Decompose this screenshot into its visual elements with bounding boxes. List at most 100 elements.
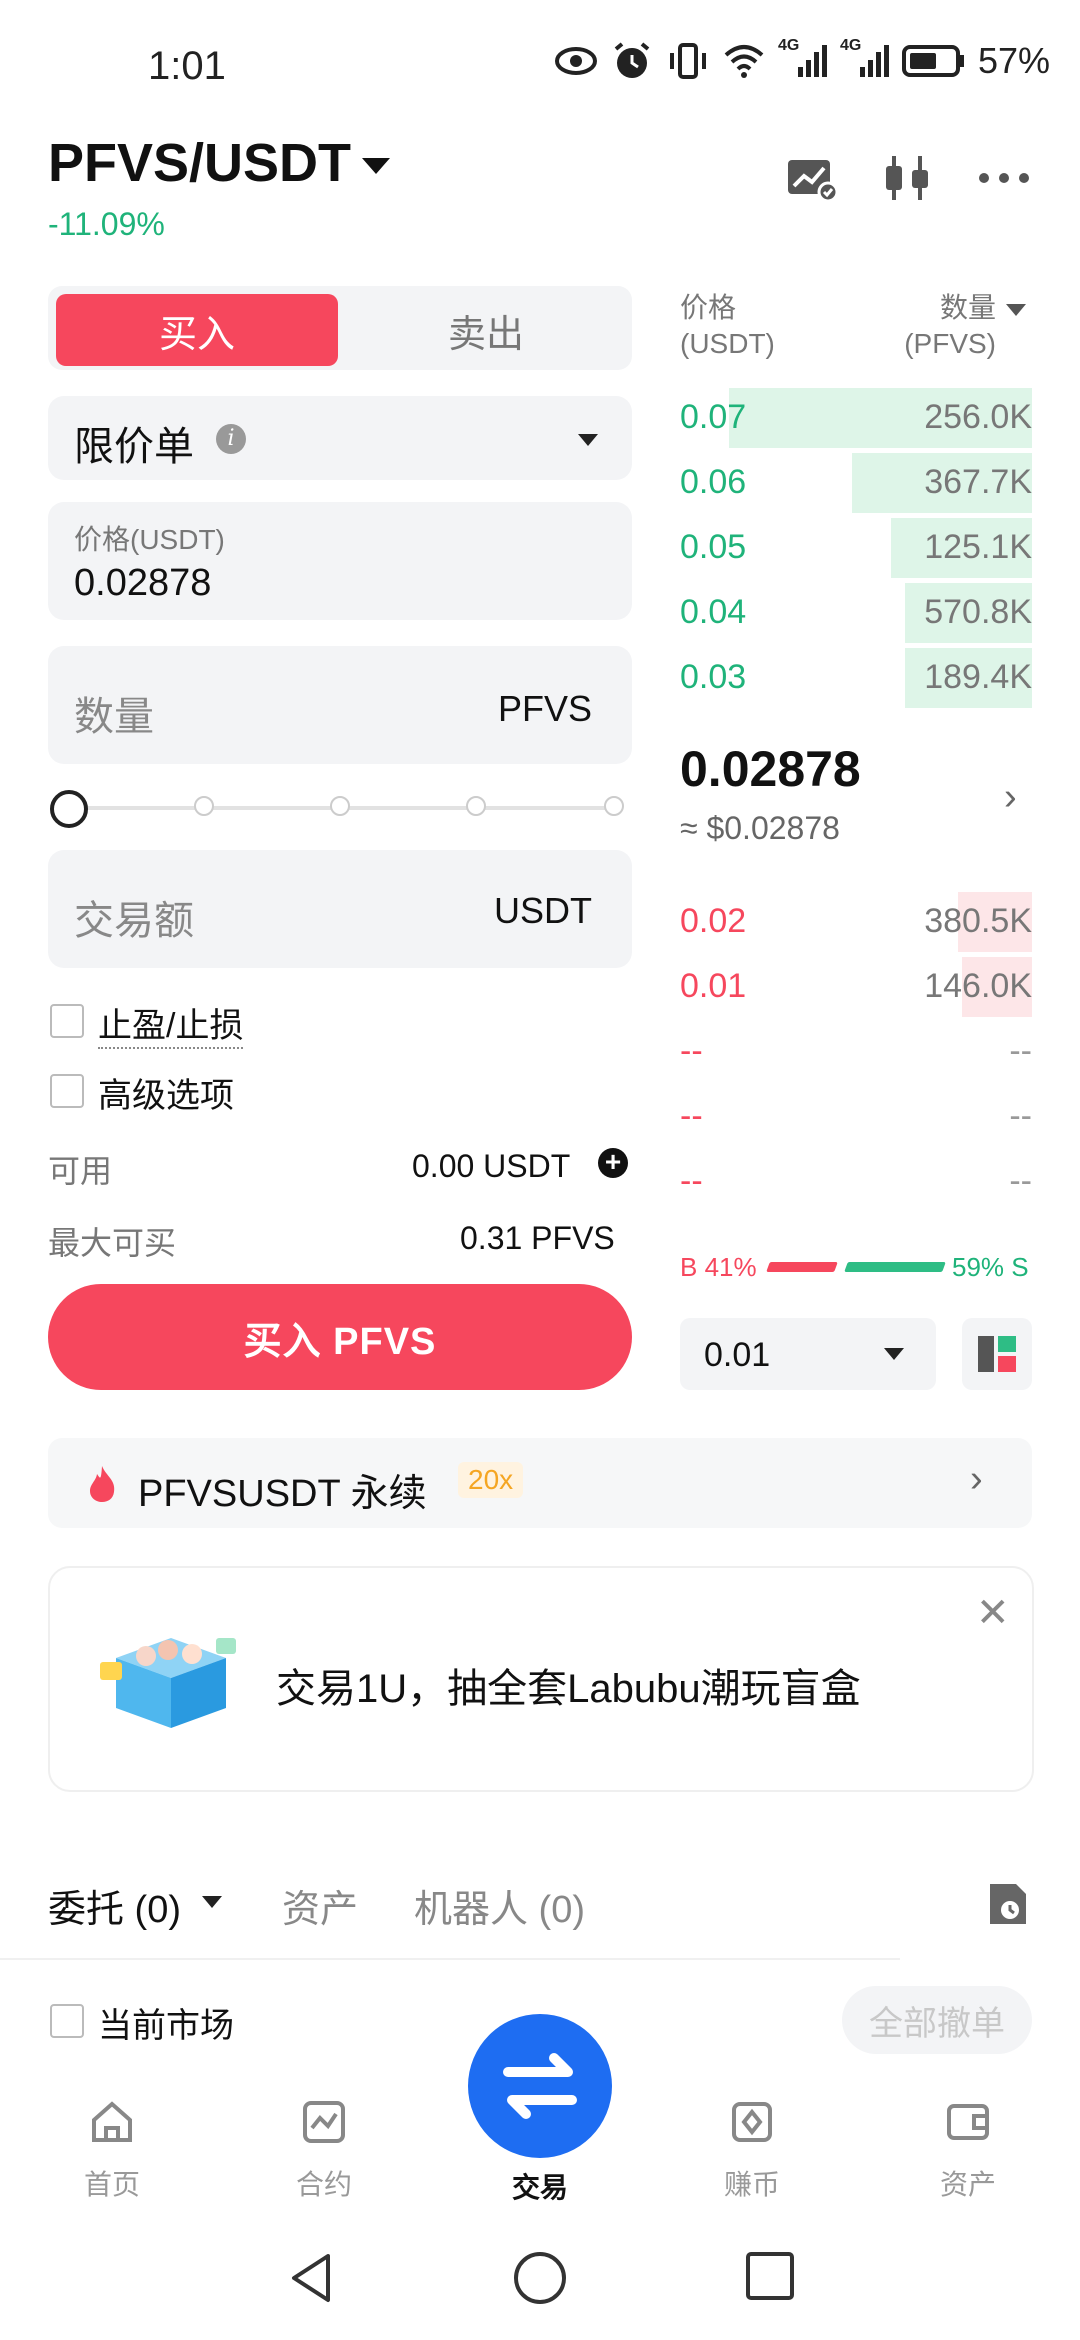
cancel-all-button[interactable]: 全部撤单 [842, 1986, 1032, 2054]
amount-placeholder[interactable]: 交易额 [74, 888, 194, 946]
home-circle-icon[interactable] [512, 2250, 568, 2306]
ask-row[interactable]: 0.03 189.4K [680, 648, 1032, 708]
current-market-label[interactable]: 当前市场 [98, 1998, 234, 2047]
chart-icon[interactable] [784, 150, 840, 206]
wifi-icon [724, 45, 764, 78]
sell-ratio: 59% S [952, 1252, 1029, 1282]
leverage-badge: 20x [458, 1462, 524, 1498]
fire-icon [90, 1466, 115, 1502]
deposit-plus-icon[interactable]: + [598, 1148, 628, 1178]
ask-price: 0.05 [680, 528, 747, 566]
battery-icon [901, 45, 964, 77]
max-buy-label: 最大可买 [48, 1225, 177, 1261]
amount-unit: USDT [494, 890, 592, 931]
buy-submit-button[interactable]: 买入 PFVS [48, 1284, 632, 1390]
nav-earn-label: 赚币 [723, 2169, 780, 2200]
bid-row[interactable]: -- -- [680, 1022, 1032, 1082]
recents-icon[interactable] [744, 2250, 796, 2302]
pair-title[interactable]: PFVS/USDT [48, 132, 351, 194]
slider-step-75[interactable] [466, 796, 486, 816]
current-market-checkbox[interactable] [50, 2004, 84, 2038]
ask-row[interactable]: 0.06 367.7K [680, 453, 1032, 513]
book-layout-icon [978, 1336, 1016, 1372]
price-input-label: 价格(USDT) [74, 524, 225, 555]
tab-orders[interactable]: 委托 (0) [48, 1878, 181, 1933]
promo-text: 交易1U，抽全套Labubu潮玩盲盒 [276, 1667, 861, 1711]
depth-step-value: 0.01 [704, 1336, 771, 1374]
wallet-icon [947, 2104, 989, 2140]
more-icon[interactable] [976, 150, 1032, 206]
slider-step-50[interactable] [330, 796, 350, 816]
eye-icon [554, 47, 597, 75]
bid-qty: -- [1009, 1097, 1032, 1135]
close-icon[interactable]: ✕ [976, 1590, 1010, 1636]
perpetual-chevron-icon[interactable]: › [970, 1458, 983, 1501]
nav-home[interactable]: 首页 [52, 2098, 172, 2203]
slider-knob[interactable] [50, 790, 88, 828]
bid-qty: 380.5K [924, 902, 1032, 940]
depth-step-caret-icon [884, 1348, 904, 1360]
sell-ratio-bar [844, 1262, 946, 1272]
bid-row[interactable]: -- -- [680, 1087, 1032, 1147]
nav-assets[interactable]: 资产 [908, 2098, 1028, 2203]
bid-price: -- [680, 1097, 703, 1135]
gift-box-icon [100, 1638, 236, 1728]
bid-row[interactable]: 0.02 380.5K [680, 892, 1032, 952]
nav-earn[interactable]: 赚币 [692, 2098, 812, 2203]
nav-trade-label[interactable]: 交易 [468, 2166, 612, 2206]
battery-percent: 57% [977, 40, 1050, 81]
available-label: 可用 [48, 1153, 113, 1189]
last-price: 0.02878 [680, 741, 861, 797]
price-input-value[interactable]: 0.02878 [74, 562, 211, 605]
futures-icon [303, 2101, 345, 2143]
trade-fab[interactable] [468, 2014, 612, 2158]
max-buy-value: 0.31 PFVS [460, 1220, 615, 1256]
info-icon[interactable]: i [216, 424, 246, 454]
ob-price-header-l2: (USDT) [680, 328, 775, 359]
signal-icon-1: 4G [778, 37, 828, 81]
bid-row[interactable]: -- -- [680, 1152, 1032, 1212]
ob-qty-header-l2: (PFVS) [904, 328, 996, 359]
tab-bots[interactable]: 机器人 (0) [414, 1878, 585, 1933]
slider-step-100[interactable] [604, 796, 624, 816]
bid-price: -- [680, 1162, 703, 1200]
bid-price: 0.02 [680, 902, 747, 940]
ask-row[interactable]: 0.04 570.8K [680, 583, 1032, 643]
perpetual-label: PFVSUSDT 永续 [138, 1473, 427, 1515]
ask-qty: 125.1K [924, 528, 1032, 566]
bid-qty: 146.0K [924, 967, 1032, 1005]
ob-qty-header-l1: 数量 [939, 292, 996, 323]
candlestick-icon[interactable] [880, 150, 936, 206]
bid-qty: -- [1009, 1032, 1032, 1070]
bid-row[interactable]: 0.01 146.0K [680, 957, 1032, 1017]
ob-qty-header[interactable]: 数量 (PFVS) [896, 290, 996, 362]
sell-tab[interactable]: 卖出 [346, 294, 626, 366]
order-type-label: 限价单 [74, 425, 194, 469]
ob-qty-caret-icon[interactable] [1006, 304, 1026, 316]
advanced-label[interactable]: 高级选项 [98, 1068, 234, 1117]
ask-price: 0.04 [680, 593, 747, 631]
book-layout-button[interactable] [962, 1318, 1032, 1390]
pair-caret-icon[interactable] [362, 158, 390, 174]
advanced-checkbox[interactable] [50, 1074, 84, 1108]
tab-assets[interactable]: 资产 [282, 1878, 358, 1933]
last-price-chevron-icon[interactable]: › [1004, 776, 1017, 819]
tab-orders-caret-icon[interactable] [202, 1896, 222, 1908]
buy-tab[interactable]: 买入 [56, 294, 338, 366]
last-price-usd: ≈ $0.02878 [680, 810, 840, 846]
nav-futures[interactable]: 合约 [264, 2098, 384, 2203]
price-change: -11.09% [48, 206, 165, 242]
bid-qty: -- [1009, 1162, 1032, 1200]
alarm-icon [614, 42, 650, 78]
slider-step-25[interactable] [194, 796, 214, 816]
earn-icon [732, 2102, 772, 2142]
back-icon[interactable] [284, 2250, 340, 2306]
tp-sl-checkbox[interactable] [50, 1004, 84, 1038]
ask-row[interactable]: 0.07 256.0K [680, 388, 1032, 448]
status-time: 1:01 [148, 44, 226, 88]
ask-row[interactable]: 0.05 125.1K [680, 518, 1032, 578]
quantity-placeholder[interactable]: 数量 [74, 684, 154, 742]
order-history-icon[interactable] [986, 1880, 1030, 1928]
status-bar: 1:01 4G 4G 57% [0, 0, 1080, 130]
tp-sl-label[interactable]: 止盈/止损 [98, 998, 244, 1049]
